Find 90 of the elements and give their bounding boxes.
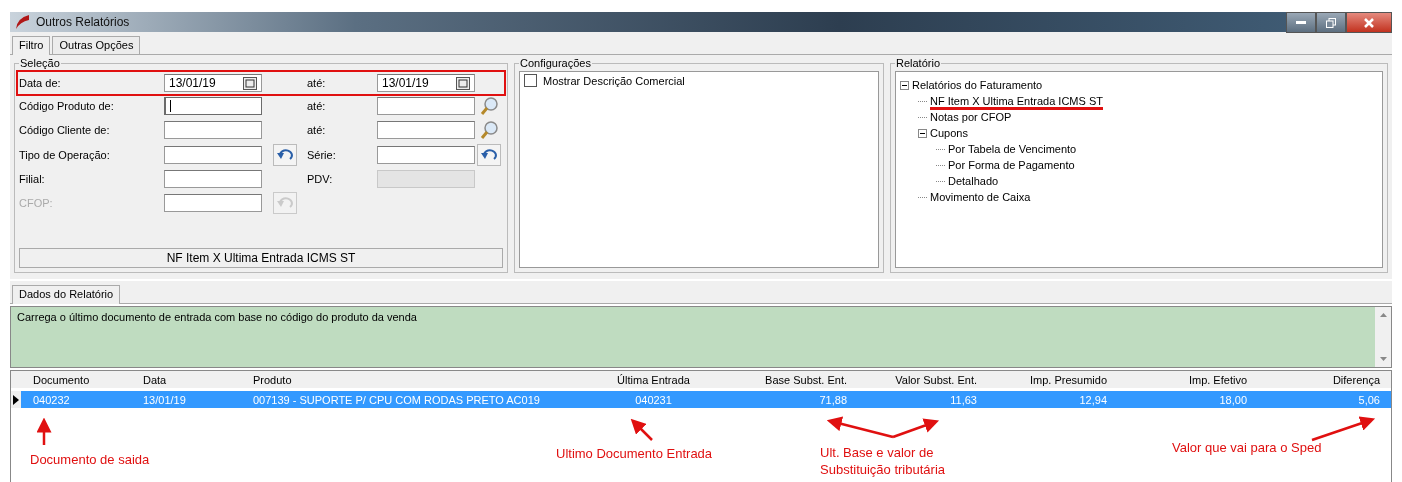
column-header[interactable]: Imp. Presumido [981, 373, 1111, 386]
tree-item[interactable]: Movimento de Caixa [930, 191, 1031, 203]
description-text: Carrega o último documento de entrada com base no código do produto da venda [16, 310, 418, 325]
column-header[interactable]: Documento [21, 373, 131, 386]
table-cell-text: 18,00 [1218, 393, 1248, 406]
table-cell-text: 71,88 [818, 393, 848, 406]
tab[interactable]: Outras Opções [52, 36, 141, 54]
search-button[interactable] [478, 96, 500, 116]
field-label: PDV: [307, 173, 333, 185]
field-label: Código Cliente de: [19, 124, 111, 136]
restore-icon [1326, 17, 1336, 28]
column-header[interactable]: Data [131, 373, 241, 386]
undo-button[interactable] [477, 144, 501, 166]
field-label: CFOP: [19, 197, 54, 209]
field-label: até: [307, 124, 326, 136]
field-label: até: [307, 100, 326, 112]
tab[interactable]: Dados do Relatório [12, 285, 121, 304]
table-cell-text: 007139 - SUPORTE P/ CPU COM RODAS PRETO AC019 [252, 393, 541, 406]
undo-icon [275, 196, 294, 210]
field-label: Série: [307, 149, 336, 161]
input-field[interactable] [164, 97, 262, 115]
app-logo-icon [14, 14, 30, 30]
tree-item[interactable]: Cupons [930, 127, 968, 139]
annotation-text: Documento de saida [30, 452, 150, 467]
table-cell-text: 11,63 [949, 393, 978, 406]
table-cell-text: 040232 [32, 393, 71, 406]
table-cell-text: 5,06 [1357, 393, 1381, 406]
annotation-text: Valor que vai para o Sped [1172, 440, 1322, 455]
minimize-icon [1296, 20, 1306, 25]
input-field[interactable] [377, 97, 475, 115]
undo-icon [275, 148, 294, 162]
tab[interactable]: Filtro [12, 36, 51, 55]
close-icon [1364, 17, 1374, 28]
calendar-icon [456, 76, 470, 90]
group-title: Configurações [519, 57, 592, 69]
column-header[interactable]: Diferença [1251, 373, 1384, 386]
column-header[interactable]: Última Entrada [591, 373, 716, 386]
field-label: Data de: [19, 77, 62, 89]
column-header[interactable]: Produto [241, 373, 591, 386]
search-icon [479, 120, 499, 140]
collapse-icon[interactable] [900, 80, 909, 90]
arrow [630, 418, 653, 441]
collapse-icon[interactable] [918, 128, 927, 138]
column-header[interactable]: Imp. Efetivo [1111, 373, 1251, 386]
checkbox-label: Mostrar Descrição Comercial [543, 74, 685, 87]
window-title: Outros Relatórios [36, 15, 130, 29]
field-label: até: [307, 77, 326, 89]
table-cell-text: 040231 [634, 393, 673, 406]
close-button[interactable] [1346, 12, 1392, 33]
arrow [36, 417, 52, 445]
group-title: Relatório [895, 57, 942, 69]
checkbox[interactable] [524, 74, 537, 87]
column-header[interactable]: Base Subst. Ent. [716, 373, 851, 386]
search-button[interactable] [478, 120, 500, 140]
search-icon [479, 96, 499, 116]
calendar-icon [243, 76, 257, 90]
date-field[interactable]: 13/01/19 [377, 74, 475, 92]
status-bar: NF Item X Ultima Entrada ICMS ST [19, 248, 503, 268]
field-label: Filial: [19, 173, 46, 185]
annotation-text: Ult. Base e valor de Substituição tributária [820, 444, 946, 478]
tree-item[interactable]: NF Item X Ultima Entrada ICMS ST [930, 95, 1103, 107]
date-field[interactable]: 13/01/19 [164, 74, 262, 92]
input-field[interactable] [377, 121, 475, 139]
tree-item[interactable]: Por Tabela de Vencimento [948, 143, 1077, 155]
undo-icon [480, 148, 498, 162]
scrollbar[interactable] [1375, 307, 1391, 367]
tree-item[interactable]: Notas por CFOP [930, 111, 1012, 123]
row-pointer-icon [13, 394, 19, 405]
undo-button[interactable] [272, 144, 297, 166]
input-field[interactable] [164, 146, 262, 164]
table-cell-text: 13/01/19 [142, 393, 187, 406]
arrow [1311, 416, 1376, 442]
annotation-text: Ultimo Documento Entrada [556, 446, 713, 461]
arrow [892, 418, 940, 439]
minimize-button[interactable] [1286, 12, 1316, 33]
tree-item[interactable]: Detalhado [948, 175, 999, 187]
input-field[interactable] [164, 170, 262, 188]
input-field[interactable] [164, 121, 262, 139]
tree-item[interactable]: Por Forma de Pagamento [948, 159, 1075, 171]
arrow [826, 416, 894, 439]
table-cell-text: 12,94 [1078, 393, 1108, 406]
field-label: Código Produto de: [19, 100, 115, 112]
maximize-button[interactable] [1316, 12, 1346, 33]
input-field[interactable] [377, 146, 475, 164]
scroll-down-icon[interactable] [1379, 357, 1387, 361]
scroll-up-icon[interactable] [1379, 313, 1387, 317]
field-label: Tipo de Operação: [19, 149, 111, 161]
group-title: Seleção [19, 57, 61, 69]
tree-item[interactable]: Relatórios do Faturamento [912, 79, 1043, 91]
column-header[interactable]: Valor Subst. Ent. [851, 373, 981, 386]
